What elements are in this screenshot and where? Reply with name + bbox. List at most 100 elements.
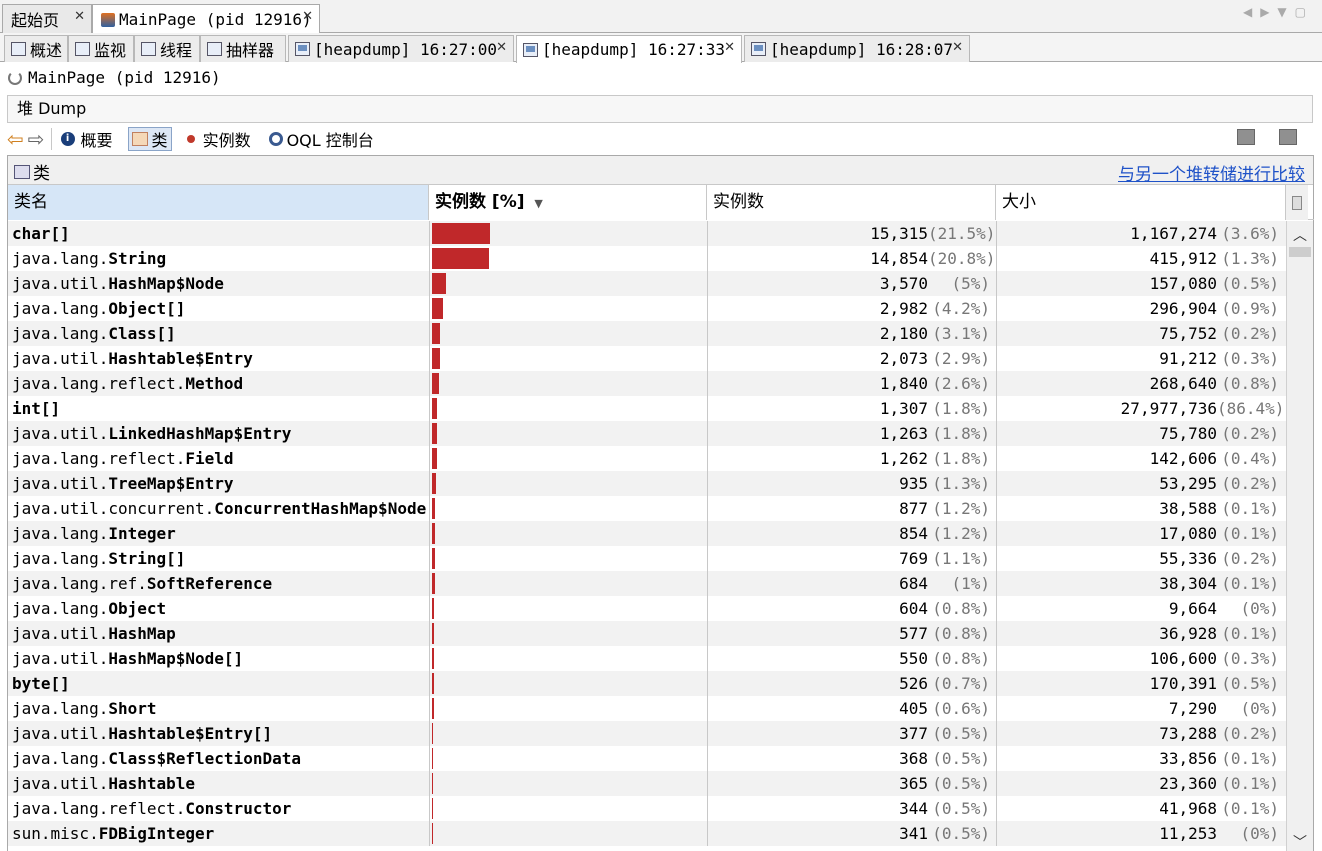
table-row[interactable]: java.lang.ref.SoftReference 684 (1%) 38,304…	[8, 571, 1286, 596]
tab-start-page[interactable]: 起始页 ✕	[2, 4, 92, 33]
column-chooser-button[interactable]	[1286, 185, 1308, 220]
table-row[interactable]: java.lang.Short 405 (0.6%) 7,290 (0%)	[8, 696, 1286, 721]
tab-overview[interactable]: 概述	[4, 35, 68, 62]
vertical-scrollbar[interactable]: ︿ ﹀	[1286, 221, 1313, 851]
package-name: java.util.	[12, 274, 109, 293]
instance-count: 1,263	[879, 424, 928, 443]
instances-cell: 604 (0.8%)	[707, 596, 996, 621]
column-header-size[interactable]: 大小	[996, 185, 1286, 220]
instance-pct: (1.2%)	[932, 524, 990, 543]
package-name: java.util.	[12, 724, 109, 743]
save-icon[interactable]	[1237, 129, 1255, 145]
instance-pct: (1.8%)	[932, 399, 990, 418]
instances-pct-bar	[432, 598, 434, 619]
table-row[interactable]: java.util.Hashtable$Entry[] 377 (0.5%) 73,2…	[8, 721, 1286, 746]
column-header-instances-pct[interactable]: 实例数 [%] ▼	[429, 185, 707, 220]
instance-pct: (1%)	[951, 574, 990, 593]
instances-pct-bar	[432, 823, 433, 844]
size-value: 415,912	[1149, 249, 1217, 268]
tab-monitor[interactable]: 监视	[68, 35, 134, 62]
table-row[interactable]: java.lang.reflect.Method 1,840 (2.6%) 268,6…	[8, 371, 1286, 396]
instance-pct: (0.5%)	[932, 749, 990, 768]
scroll-thumb[interactable]	[1289, 247, 1311, 257]
instances-cell: 377 (0.5%)	[707, 721, 996, 746]
table-row[interactable]: java.util.HashMap$Node 3,570 (5%) 157,080 (0…	[8, 271, 1286, 296]
close-icon[interactable]: ✕	[302, 9, 313, 24]
size-value: 53,295	[1159, 474, 1217, 493]
column-header-class-name[interactable]: 类名	[8, 185, 429, 220]
size-value: 1,167,274	[1130, 224, 1217, 243]
tab-mainpage[interactable]: MainPage (pid 12916) ✕	[92, 4, 320, 34]
size-cell: 53,295 (0.2%)	[996, 471, 1285, 496]
table-row[interactable]: java.util.HashMap 577 (0.8%) 36,928 (0.1%)	[8, 621, 1286, 646]
table-row[interactable]: java.lang.Object[] 2,982 (4.2%) 296,904 (0.9…	[8, 296, 1286, 321]
table-row[interactable]: int[] 1,307 (1.8%) 27,977,736 (86.4%)	[8, 396, 1286, 421]
package-name: java.util.	[12, 649, 109, 668]
table-row[interactable]: char[] 15,315 (21.5%) 1,167,274 (3.6%)	[8, 221, 1286, 246]
column-header-instances[interactable]: 实例数	[707, 185, 996, 220]
tab-threads[interactable]: 线程	[134, 35, 200, 62]
instance-pct: (1.3%)	[932, 474, 990, 493]
instances-cell: 3,570 (5%)	[707, 271, 996, 296]
class-name: Field	[185, 449, 234, 468]
instances-cell: 14,854 (20.8%)	[707, 246, 996, 271]
monitor-icon	[75, 42, 90, 56]
forward-arrow-icon[interactable]: ⇨	[28, 127, 45, 151]
close-icon[interactable]: ✕	[496, 40, 507, 55]
panel-header: 类 与另一个堆转储进行比较	[8, 156, 1313, 185]
table-row[interactable]: java.util.Hashtable$Entry 2,073 (2.9%) 91,2…	[8, 346, 1286, 371]
table-row[interactable]: java.util.TreeMap$Entry 935 (1.3%) 53,295 (0…	[8, 471, 1286, 496]
size-pct: (3.6%)	[1221, 224, 1279, 243]
table-row[interactable]: java.util.LinkedHashMap$Entry 1,263 (1.8%)…	[8, 421, 1286, 446]
tab-heapdump-3[interactable]: [heapdump] 16:28:07 ✕	[744, 35, 970, 62]
table-row[interactable]: java.util.HashMap$Node[] 550 (0.8%) 106,600…	[8, 646, 1286, 671]
table-row[interactable]: java.util.concurrent.ConcurrentHashMap$N…	[8, 496, 1286, 521]
table-row[interactable]: java.lang.Class$ReflectionData 368 (0.5%) 3…	[8, 746, 1286, 771]
size-cell: 75,752 (0.2%)	[996, 321, 1285, 346]
size-value: 296,904	[1149, 299, 1217, 318]
tab-heapdump-1[interactable]: [heapdump] 16:27:00 ✕	[288, 35, 514, 62]
table-row[interactable]: sun.misc.FDBigInteger 341 (0.5%) 11,253 (0%)	[8, 821, 1286, 846]
scroll-up-icon[interactable]: ︿	[1293, 225, 1307, 245]
close-icon[interactable]: ✕	[952, 40, 963, 55]
table-row[interactable]: java.util.Hashtable 365 (0.5%) 23,360 (0.1%)	[8, 771, 1286, 796]
classes-button[interactable]: 类	[127, 127, 172, 151]
size-value: 73,288	[1159, 724, 1217, 743]
table-row[interactable]: java.lang.reflect.Field 1,262 (1.8%) 142,60…	[8, 446, 1286, 471]
compare-heapdump-link[interactable]: 与另一个堆转储进行比较	[1118, 160, 1305, 185]
instance-pct: (21.5%)	[928, 224, 996, 243]
scroll-down-icon[interactable]: ﹀	[1293, 832, 1307, 851]
close-icon[interactable]: ✕	[74, 9, 85, 24]
table-row[interactable]: java.lang.String 14,854 (20.8%) 415,912 (1.3…	[8, 246, 1286, 271]
table-row[interactable]: java.lang.reflect.Constructor 344 (0.5%) 41…	[8, 796, 1286, 821]
instances-pct-cell	[429, 646, 707, 671]
instance-count: 14,854	[870, 249, 928, 268]
table-row[interactable]: java.lang.Object 604 (0.8%) 9,664 (0%)	[8, 596, 1286, 621]
instance-count: 2,073	[879, 349, 928, 368]
instances-pct-bar	[432, 548, 435, 569]
instance-pct: (0.5%)	[932, 774, 990, 793]
tab-heapdump-2[interactable]: [heapdump] 16:27:33 ✕	[516, 35, 742, 63]
instances-cell: 2,180 (3.1%)	[707, 321, 996, 346]
tab-sampler[interactable]: 抽样器	[200, 35, 286, 62]
oql-console-button[interactable]: OQL 控制台	[266, 127, 377, 151]
heapdump-toolbar: ⇦ ⇨ i 概要 类 实例数 OQL 控制台	[7, 124, 1313, 154]
size-pct: (0%)	[1240, 699, 1279, 718]
table-row[interactable]: java.lang.Integer 854 (1.2%) 17,080 (0.1%)	[8, 521, 1286, 546]
table-row[interactable]: byte[] 526 (0.7%) 170,391 (0.5%)	[8, 671, 1286, 696]
instances-pct-cell	[429, 746, 707, 771]
table-row[interactable]: java.lang.String[] 769 (1.1%) 55,336 (0.2%)	[8, 546, 1286, 571]
instance-pct: (1.8%)	[932, 449, 990, 468]
summary-button[interactable]: i 概要	[58, 127, 116, 151]
close-icon[interactable]: ✕	[724, 40, 735, 55]
instance-count: 550	[899, 649, 928, 668]
back-arrow-icon[interactable]: ⇦	[7, 127, 24, 151]
table-row[interactable]: java.lang.Class[] 2,180 (3.1%) 75,752 (0.2%)	[8, 321, 1286, 346]
tab-navigation[interactable]: ◀▶▼▢	[1243, 5, 1314, 19]
options-icon[interactable]	[1279, 129, 1297, 145]
class-name: int[]	[12, 399, 61, 418]
size-value: 23,360	[1159, 774, 1217, 793]
package-name: java.util.	[12, 424, 109, 443]
instances-button[interactable]: 实例数	[184, 127, 254, 151]
instances-cell: 577 (0.8%)	[707, 621, 996, 646]
